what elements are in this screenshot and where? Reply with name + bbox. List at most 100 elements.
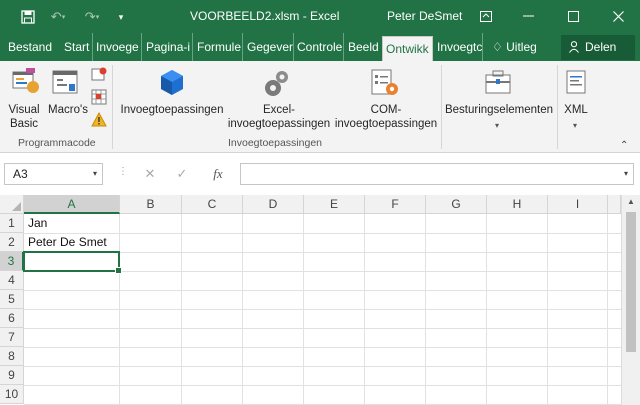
scrollbar-thumb[interactable] <box>626 212 636 352</box>
save-icon[interactable] <box>18 8 38 26</box>
column-header-g[interactable]: G <box>426 195 487 214</box>
group-label-invoegtoepassingen: Invoegtoepassingen <box>228 137 322 149</box>
excel-addins-label: Excel- invoegtoepassingen <box>227 104 331 130</box>
tab-controleren[interactable]: Controle <box>297 33 344 61</box>
tab-invoegtoepassingen[interactable]: Invoegtc <box>437 33 483 61</box>
undo-icon[interactable]: ↶ ▾ <box>47 8 69 26</box>
window-title: VOORBEELD2.xlsm - Excel <box>190 9 340 23</box>
name-box-dropdown-icon[interactable]: ▾ <box>93 164 97 184</box>
tell-me-label: Uitleg <box>506 40 537 54</box>
column-header-d[interactable]: D <box>243 195 304 214</box>
tab-start[interactable]: Start <box>64 33 93 61</box>
selected-cell-a3[interactable] <box>23 251 122 274</box>
xml-icon <box>566 70 586 94</box>
gridline <box>24 385 621 386</box>
gridline <box>547 214 548 405</box>
row-header-1[interactable]: 1 <box>0 214 24 233</box>
record-macro-icon[interactable] <box>91 67 107 83</box>
visual-basic-icon <box>12 68 39 93</box>
column-header-f[interactable]: F <box>365 195 426 214</box>
minimize-icon[interactable] <box>513 4 543 28</box>
redo-icon[interactable]: ↷ ▾ <box>81 8 103 26</box>
com-addins-label: COM- invoegtoepassingen <box>334 104 438 130</box>
worksheet-grid[interactable]: A B C D E F G H I 1 2 3 4 5 6 7 8 9 10 J… <box>0 195 640 405</box>
tab-bestand[interactable]: Bestand <box>8 33 56 61</box>
column-header-b[interactable]: B <box>120 195 182 214</box>
user-name[interactable]: Peter DeSmet <box>387 9 462 23</box>
row-header-2[interactable]: 2 <box>0 233 24 252</box>
gridline <box>607 214 608 405</box>
xml-dropdown-icon: ▾ <box>573 121 578 130</box>
gridline <box>364 214 365 405</box>
ribbon-tab-bar: Bestand Start Invoege Pagina-i Formule G… <box>0 33 640 61</box>
row-header-4[interactable]: 4 <box>0 271 24 290</box>
gridline <box>425 214 426 405</box>
com-addins-icon <box>371 69 398 95</box>
vertical-scrollbar[interactable]: ▲ <box>621 195 640 405</box>
row-header-9[interactable]: 9 <box>0 366 24 385</box>
ribbon-separator <box>441 65 442 149</box>
gridline <box>303 214 304 405</box>
cancel-icon[interactable]: ✕ <box>138 163 162 185</box>
drag-handle-icon[interactable]: ⋮ <box>118 166 128 177</box>
scroll-up-icon[interactable]: ▲ <box>622 197 640 211</box>
row-header-7[interactable]: 7 <box>0 328 24 347</box>
close-icon[interactable] <box>603 4 633 28</box>
excel-addins-icon <box>265 71 288 96</box>
gridline <box>24 309 621 310</box>
relative-references-icon[interactable] <box>91 89 107 105</box>
row-header-3[interactable]: 3 <box>0 252 24 271</box>
gridline <box>24 233 621 234</box>
enter-icon[interactable]: ✓ <box>170 163 194 185</box>
name-box-value: A3 <box>13 167 28 181</box>
gridline <box>119 214 120 405</box>
gridline <box>181 214 182 405</box>
addins-label: Invoegtoepassingen <box>120 104 224 116</box>
visual-basic-label: Visual Basic <box>8 104 40 130</box>
column-header-c[interactable]: C <box>182 195 243 214</box>
gridline <box>24 347 621 348</box>
tell-me[interactable]: ♢ Uitleg <box>492 33 537 61</box>
column-header-h[interactable]: H <box>487 195 548 214</box>
row-header-8[interactable]: 8 <box>0 347 24 366</box>
macros-label: Macro's <box>48 104 88 116</box>
row-header-10[interactable]: 10 <box>0 385 24 404</box>
share-button[interactable]: Delen <box>561 35 635 60</box>
gridline <box>24 328 621 329</box>
column-header-i[interactable]: I <box>548 195 608 214</box>
row-header-6[interactable]: 6 <box>0 309 24 328</box>
row-header-5[interactable]: 5 <box>0 290 24 309</box>
column-header-a[interactable]: A <box>24 195 120 214</box>
maximize-icon[interactable] <box>558 4 588 28</box>
name-box[interactable]: A3 ▾ <box>4 163 103 185</box>
controls-label: Besturingselementen <box>444 104 554 116</box>
tab-gegevens[interactable]: Gegever <box>247 33 294 61</box>
macro-security-icon[interactable] <box>91 112 107 128</box>
select-all-button[interactable] <box>0 195 24 214</box>
insert-function-icon[interactable]: fx <box>206 163 230 185</box>
collapse-ribbon-icon[interactable]: ⌃ <box>620 140 628 151</box>
share-label: Delen <box>585 40 617 54</box>
cell-a1[interactable]: Jan <box>25 214 47 233</box>
title-bar: ↶ ▾ ↷ ▾ ▾ VOORBEELD2.xlsm - Excel Peter De… <box>0 0 640 33</box>
customize-qa-icon[interactable]: ▾ <box>113 8 129 26</box>
tab-invoegen[interactable]: Invoege <box>96 33 142 61</box>
person-icon <box>569 41 579 53</box>
macros-icon <box>52 70 78 94</box>
expand-formula-bar-icon[interactable]: ▾ <box>624 169 628 178</box>
lightbulb-icon: ♢ <box>492 40 503 54</box>
cell-a2[interactable]: Peter De Smet <box>25 233 107 252</box>
tab-beeld[interactable]: Beeld <box>348 33 380 61</box>
tab-pagina-indeling[interactable]: Pagina-i <box>146 33 193 61</box>
toolbox-icon <box>485 70 511 94</box>
column-header-partial[interactable] <box>608 195 621 214</box>
tab-formules[interactable]: Formule <box>197 33 243 61</box>
formula-input[interactable]: ▾ <box>240 163 634 185</box>
gridline <box>24 290 621 291</box>
tab-ontwikkelaars[interactable]: Ontwikk <box>382 36 433 61</box>
formula-bar: A3 ▾ ⋮ ✕ ✓ fx ▾ <box>0 153 640 195</box>
gridline <box>242 214 243 405</box>
column-header-e[interactable]: E <box>304 195 365 214</box>
ribbon-display-options-icon[interactable] <box>471 4 501 28</box>
ribbon-separator <box>112 65 113 149</box>
